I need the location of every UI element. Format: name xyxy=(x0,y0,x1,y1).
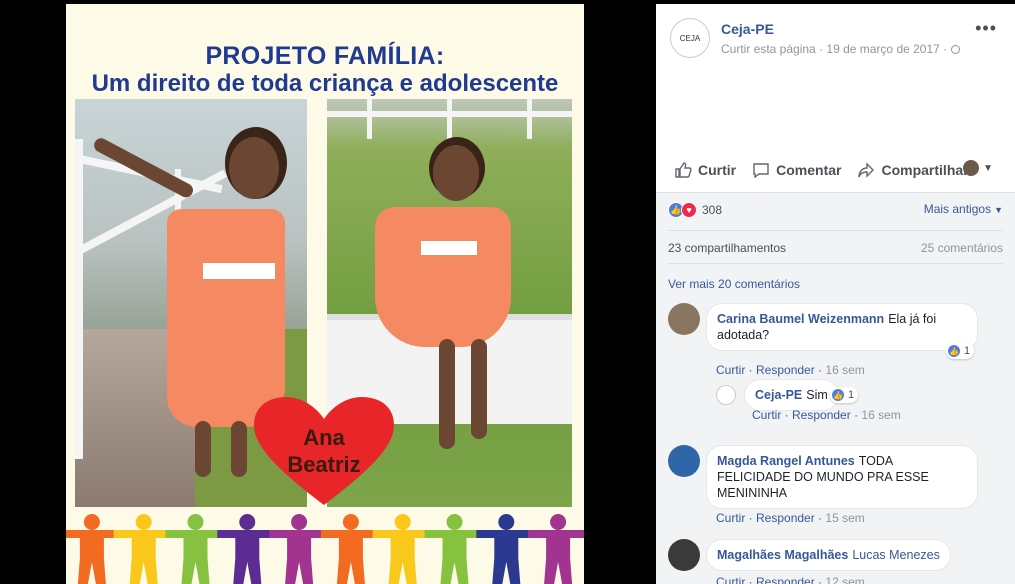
comment-like-count: 1 xyxy=(964,345,971,357)
commenter-name[interactable]: Ceja-PE xyxy=(755,388,802,402)
post-date[interactable]: 19 de março de 2017 xyxy=(826,42,939,56)
comment-reply-link[interactable]: Responder xyxy=(756,575,815,584)
caret-down-icon: ▼ xyxy=(994,205,1003,215)
love-reaction-icon: ♥ xyxy=(681,202,697,218)
view-more-comments-link[interactable]: Ver mais 20 comentários xyxy=(668,277,1003,291)
heart-badge: Ana Beatriz xyxy=(254,397,394,509)
more-options-icon[interactable]: ••• xyxy=(975,18,997,39)
actor-selector[interactable]: ▼ xyxy=(963,160,993,176)
comment-button[interactable]: Comentar xyxy=(752,161,841,179)
comment-time[interactable]: 16 sem xyxy=(825,363,864,377)
comment-like-count: 1 xyxy=(848,389,855,401)
comment-reply-link[interactable]: Responder xyxy=(792,408,851,422)
reactions-summary[interactable]: 👍 ♥ 308 Mais antigos ▼ xyxy=(668,202,1003,218)
comment-reactions[interactable]: 👍 1 xyxy=(830,387,859,403)
child-figure xyxy=(476,514,537,584)
meta-separator: · xyxy=(819,42,824,56)
post-meta: Curtir esta página · 19 de março de 2017… xyxy=(721,42,960,56)
children-chain-illustration xyxy=(66,514,584,584)
comment-button-label: Comentar xyxy=(776,162,842,178)
child-figure xyxy=(528,514,584,584)
heart-name-first: Ana xyxy=(303,425,345,450)
comment-bubble: Carina Baumel Weizenmann Ela já foi adota… xyxy=(706,303,978,351)
comment-actions: Curtir · Responder · 12 sem xyxy=(716,575,865,584)
child-figure xyxy=(424,514,485,584)
feedback-section: 👍 ♥ 308 Mais antigos ▼ 23 compartilhament… xyxy=(656,192,1015,584)
viewer-stage: PROJETO FAMÍLIA: Um direito de toda cria… xyxy=(0,0,1015,584)
comment-text: Sim xyxy=(806,388,828,402)
share-icon xyxy=(858,162,875,178)
chevron-down-icon: ▼ xyxy=(983,162,993,174)
commenter-avatar[interactable] xyxy=(668,303,700,335)
comment-actions: Curtir · Responder · 15 sem xyxy=(716,511,865,525)
commenter-avatar[interactable] xyxy=(668,539,700,571)
comment-reply-link[interactable]: Responder xyxy=(756,363,815,377)
globe-icon xyxy=(950,45,960,55)
post-header: CEJA Ceja-PE Curtir esta página · 19 de … xyxy=(656,4,1015,144)
photo-headline-line1: PROJETO FAMÍLIA: xyxy=(205,42,445,70)
photo-headline-line2: Um direito de toda criança e adolescente xyxy=(91,70,559,97)
commenter-name[interactable]: Magda Rangel Antunes xyxy=(717,454,855,468)
comment-bubble: Magalhães Magalhães Lucas Menezes xyxy=(706,539,951,571)
comment-text: Lucas Menezes xyxy=(852,548,940,562)
comment-bubble: Ceja-PE Sim xyxy=(744,379,839,411)
thumbs-up-icon xyxy=(675,162,692,178)
post-actions: Curtir Comentar Compartilhar ▼ xyxy=(656,154,1015,186)
share-button-label: Compartilhar xyxy=(881,162,969,178)
commenter-name[interactable]: Carina Baumel Weizenmann xyxy=(717,312,884,326)
child-figure xyxy=(269,514,330,584)
post-panel: CEJA Ceja-PE Curtir esta página · 19 de … xyxy=(656,4,1015,584)
page-avatar[interactable]: CEJA xyxy=(670,18,710,58)
comment-actions: Curtir · Responder · 16 sem xyxy=(752,408,901,422)
page-avatar-logo: CEJA xyxy=(679,33,701,43)
post-photo[interactable]: PROJETO FAMÍLIA: Um direito de toda cria… xyxy=(66,4,584,584)
like-button[interactable]: Curtir xyxy=(674,161,736,179)
divider xyxy=(668,263,1003,264)
child-figure xyxy=(113,514,174,584)
like-button-label: Curtir xyxy=(698,162,737,178)
like-reaction-icon: 👍 xyxy=(831,388,845,402)
comment-like-link[interactable]: Curtir xyxy=(716,363,745,377)
page-reply-avatar[interactable] xyxy=(716,385,736,405)
divider xyxy=(668,230,1003,231)
comment-actions: Curtir · Responder · 16 sem xyxy=(716,363,865,377)
comment-sort-dropdown[interactable]: Mais antigos ▼ xyxy=(924,202,1003,216)
comment-reactions[interactable]: 👍 1 xyxy=(946,343,975,359)
comment-like-link[interactable]: Curtir xyxy=(716,511,745,525)
commenter-avatar[interactable] xyxy=(668,445,700,477)
heart-name-last: Beatriz xyxy=(287,452,361,477)
share-button[interactable]: Compartilhar xyxy=(857,161,969,179)
actor-avatar xyxy=(963,160,980,176)
reaction-count: 308 xyxy=(702,203,723,217)
page-name-link[interactable]: Ceja-PE xyxy=(721,21,774,37)
like-reaction-icon: 👍 xyxy=(947,344,961,358)
comment-time[interactable]: 15 sem xyxy=(825,511,864,525)
commenter-name[interactable]: Magalhães Magalhães xyxy=(717,548,848,562)
child-figure xyxy=(66,514,122,584)
comment-bubble: Magda Rangel Antunes TODA FELICIDADE DO M… xyxy=(706,445,978,509)
comment-time[interactable]: 16 sem xyxy=(861,408,900,422)
child-figure xyxy=(320,514,381,584)
comment-icon xyxy=(753,163,769,179)
child-figure xyxy=(165,514,226,584)
comment-like-link[interactable]: Curtir xyxy=(752,408,781,422)
like-page-link[interactable]: Curtir esta página xyxy=(721,42,816,56)
child-figure xyxy=(217,514,278,584)
comments-count[interactable]: 25 comentários xyxy=(668,241,1003,255)
comment-reply-link[interactable]: Responder xyxy=(756,511,815,525)
comment-like-link[interactable]: Curtir xyxy=(716,575,745,584)
sort-label: Mais antigos xyxy=(923,202,992,216)
child-figure xyxy=(372,514,433,584)
comment-time[interactable]: 12 sem xyxy=(825,575,864,584)
meta-separator: · xyxy=(943,42,948,56)
